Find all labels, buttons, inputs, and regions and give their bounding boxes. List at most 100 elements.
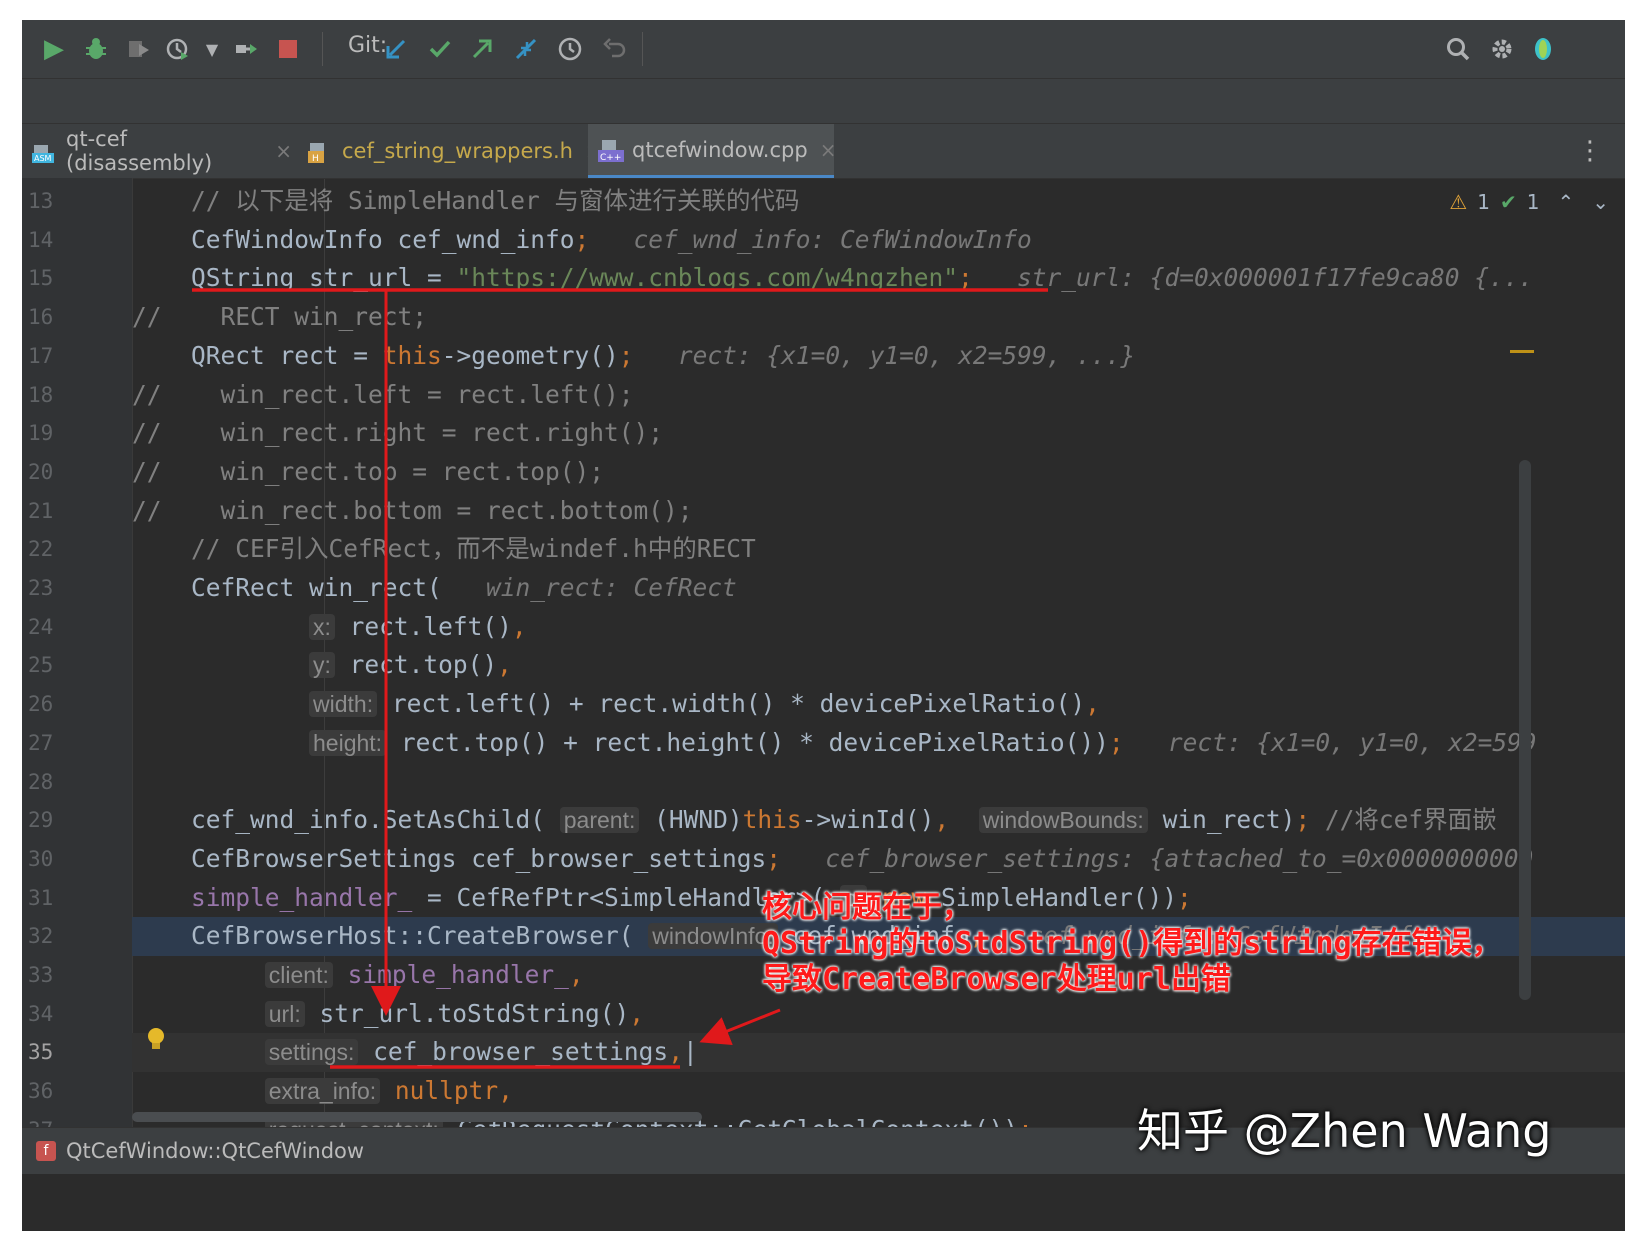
parameter-hint: windowInfo: xyxy=(648,923,778,950)
git-push-icon[interactable] xyxy=(464,32,500,66)
tab-qtcefwindow-cpp[interactable]: C++ qtcefwindow.cpp × xyxy=(588,124,837,178)
code-line[interactable]: CefWindowInfo cef_wnd_info; cef_wnd_info… xyxy=(132,221,1625,260)
code-line[interactable]: // CEF引入CefRect，而不是windef.h中的RECT xyxy=(132,530,1625,569)
code-token: QString str_url = xyxy=(132,263,457,293)
code-line[interactable]: cef_wnd_info.SetAsChild( parent: (HWND)t… xyxy=(132,801,1625,840)
line-number[interactable]: 31 xyxy=(28,879,88,918)
code-line[interactable]: CefRect win_rect( win_rect: CefRect xyxy=(132,569,1625,608)
inspection-widget[interactable]: ⚠ 1 ✔ 1 ⌃ ⌄ xyxy=(1439,182,1609,222)
line-number[interactable]: 16 xyxy=(28,298,88,337)
code-line[interactable]: y: rect.top(), xyxy=(132,646,1625,685)
code-line[interactable]: height: rect.top() + rect.height() * dev… xyxy=(132,724,1625,763)
inline-value-hint: rect: {x1=0, y1=0, x2=599, ...} xyxy=(633,340,1136,370)
git-commit-icon[interactable] xyxy=(422,32,458,66)
git-update-icon[interactable] xyxy=(378,32,414,66)
horizontal-scrollbar[interactable] xyxy=(132,1112,702,1122)
gear-icon[interactable] xyxy=(1484,32,1520,66)
close-icon[interactable]: × xyxy=(820,138,837,162)
dropdown-icon[interactable]: ▼ xyxy=(194,32,230,66)
lightbulb-icon[interactable] xyxy=(146,1027,166,1051)
line-number[interactable]: 32 xyxy=(28,917,88,956)
line-number[interactable]: 34 xyxy=(28,995,88,1034)
function-icon: f xyxy=(36,1141,56,1161)
line-number[interactable]: 33 xyxy=(28,956,88,995)
tab-cef-string-wrappers[interactable]: H cef_string_wrappers.h × xyxy=(298,124,602,178)
code-line[interactable]: // win_rect.bottom = rect.bottom(); xyxy=(132,492,1625,531)
breadcrumb[interactable]: QtCefWindow::QtCefWindow xyxy=(66,1139,364,1163)
code-line[interactable]: CefBrowserSettings cef_browser_settings;… xyxy=(132,840,1625,879)
code-line[interactable]: settings: cef_browser_settings,| xyxy=(132,1033,1625,1073)
code-token: CefRect win_rect( xyxy=(132,573,457,602)
close-icon[interactable]: × xyxy=(275,139,292,163)
line-number[interactable]: 18 xyxy=(28,376,88,415)
code-token: CefWindowInfo cef_wnd_info xyxy=(132,224,575,254)
line-number[interactable]: 19 xyxy=(28,414,88,453)
next-highlight-icon[interactable]: ⌄ xyxy=(1592,190,1609,214)
code-token: "https://www.cnblogs.com/w4ngzhen" xyxy=(456,263,959,293)
line-number[interactable]: 27 xyxy=(28,724,88,763)
git-rollback-icon[interactable] xyxy=(596,32,632,66)
line-number[interactable]: 25 xyxy=(28,646,88,685)
search-icon[interactable] xyxy=(1440,32,1476,66)
disassembly-file-icon: ASM xyxy=(32,139,60,163)
annotation-note: 核心问题在于， QString的toStdString()得到的string存在… xyxy=(762,890,1502,998)
parameter-hint: height: xyxy=(309,729,387,756)
code-line[interactable]: // win_rect.left = rect.left(); xyxy=(132,376,1625,415)
line-number[interactable]: 26 xyxy=(28,685,88,724)
code-token: ; xyxy=(1295,805,1311,835)
attach-icon[interactable] xyxy=(228,32,264,66)
inline-value-hint: win_rect: CefRect xyxy=(456,573,737,602)
line-number[interactable]: 22 xyxy=(28,530,88,569)
code-line[interactable]: // win_rect.right = rect.right(); xyxy=(132,414,1625,453)
code-token: rect.left() + rect.width() * devicePixel… xyxy=(377,689,1086,719)
code-token: // CEF引入CefRect，而不是windef.h中的RECT xyxy=(132,534,756,564)
line-number[interactable]: 13 xyxy=(28,182,88,221)
line-number[interactable]: 20 xyxy=(28,453,88,492)
tab-disassembly[interactable]: ASM qt-cef (disassembly) × xyxy=(22,124,292,178)
profile-icon[interactable] xyxy=(160,32,196,66)
code-token: ->geometry() xyxy=(441,340,619,370)
line-number[interactable]: 35 xyxy=(28,1033,88,1072)
code-line[interactable]: x: rect.left(), xyxy=(132,608,1625,647)
cpp-file-icon: C++ xyxy=(598,138,626,163)
plugin-icon[interactable] xyxy=(1522,32,1558,66)
line-number[interactable]: 29 xyxy=(28,801,88,840)
toolbar-separator xyxy=(642,32,643,66)
line-number[interactable]: 30 xyxy=(28,840,88,879)
git-merge-icon[interactable] xyxy=(508,32,544,66)
line-number[interactable]: 14 xyxy=(28,221,88,260)
coverage-icon[interactable] xyxy=(120,32,156,66)
code-line[interactable]: QRect rect = this->geometry(); rect: {x1… xyxy=(132,337,1625,376)
toolbar-separator xyxy=(322,32,323,66)
code-token: rect.top() xyxy=(334,650,498,680)
code-line[interactable]: // win_rect.top = rect.top(); xyxy=(132,453,1625,492)
tab-label: cef_string_wrappers.h xyxy=(342,139,573,163)
code-line[interactable] xyxy=(132,763,1625,802)
line-number[interactable]: 24 xyxy=(28,608,88,647)
debug-icon[interactable] xyxy=(78,32,114,66)
git-history-icon[interactable] xyxy=(552,32,588,66)
line-number[interactable]: 28 xyxy=(28,763,88,802)
previous-highlight-icon[interactable]: ⌃ xyxy=(1557,190,1574,214)
code-line[interactable]: url: str_url.toStdString(), xyxy=(132,995,1625,1034)
inline-value-hint: cef_wnd_info: CefWindowInfo xyxy=(589,224,1032,254)
code-line[interactable]: QString str_url = "https://www.cnblogs.c… xyxy=(132,259,1625,298)
code-line[interactable]: width: rect.left() + rect.width() * devi… xyxy=(132,685,1625,724)
line-number[interactable]: 15 xyxy=(28,259,88,298)
more-tabs-icon[interactable]: ⋮ xyxy=(1577,136,1603,166)
code-editor[interactable]: // 以下是将 SimpleHandler 与窗体进行关联的代码 CefWind… xyxy=(132,178,1625,1146)
run-icon[interactable]: ▶ xyxy=(36,32,72,66)
code-line[interactable]: // RECT win_rect; xyxy=(132,298,1625,337)
line-number[interactable]: 21 xyxy=(28,492,88,531)
line-number[interactable]: 36 xyxy=(28,1072,88,1111)
code-line[interactable]: // 以下是将 SimpleHandler 与窗体进行关联的代码 xyxy=(132,182,1625,221)
vertical-scrollbar[interactable] xyxy=(1519,460,1531,1000)
error-stripe-mark[interactable] xyxy=(1510,350,1534,353)
line-number[interactable]: 23 xyxy=(28,569,88,608)
line-number[interactable]: 17 xyxy=(28,337,88,376)
stop-icon[interactable] xyxy=(270,32,306,66)
inline-value-hint: str_url: {d=0x000001f17fe9ca80 {... xyxy=(972,263,1534,293)
code-token: (HWND) xyxy=(639,805,743,835)
